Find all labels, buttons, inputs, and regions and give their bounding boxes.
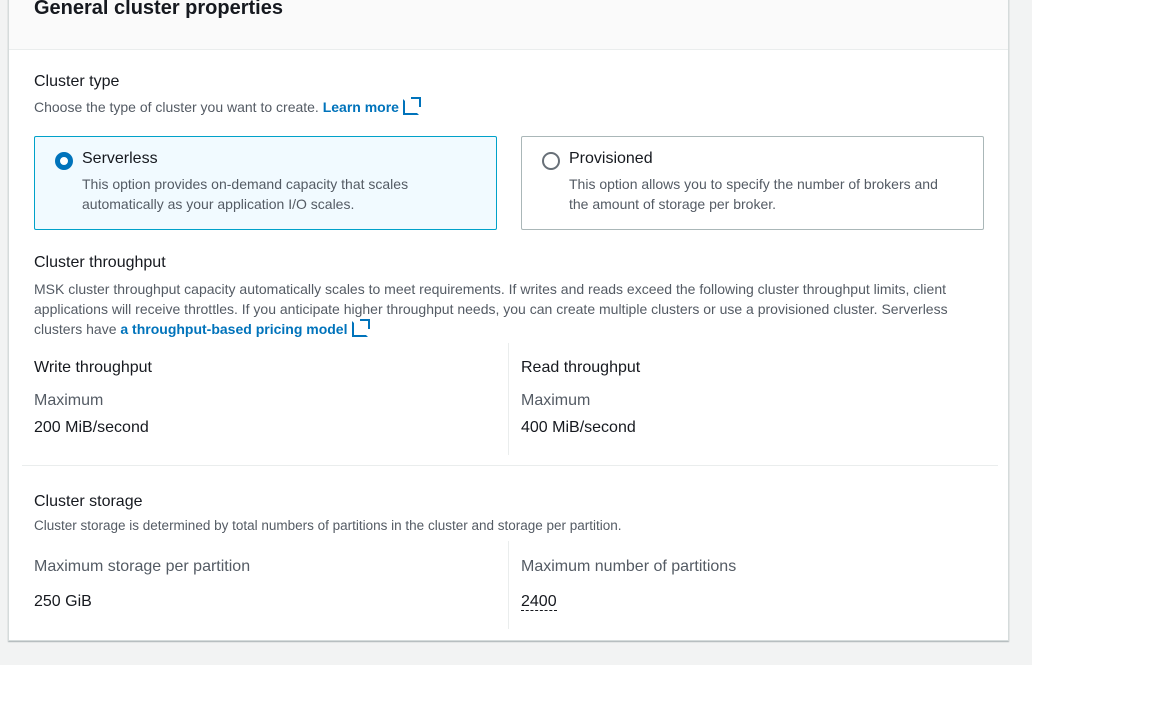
option-label: Serverless: [82, 150, 158, 167]
storage-per-partition-label: Maximum storage per partition: [34, 558, 251, 575]
external-link-icon: [351, 319, 370, 337]
cluster-throughput-description: MSK cluster throughput capacity automati…: [34, 279, 974, 339]
option-label: Provisioned: [569, 150, 653, 167]
section-divider: [22, 465, 998, 466]
column-divider: [508, 541, 509, 629]
cluster-storage-label: Cluster storage: [34, 493, 143, 510]
radio-button-selected[interactable]: [55, 152, 73, 170]
pricing-model-link[interactable]: a throughput-based pricing model: [120, 319, 370, 337]
general-cluster-properties-panel: General cluster properties Cluster type …: [8, 0, 1009, 641]
read-max-label: Maximum: [521, 392, 591, 409]
cluster-storage-description: Cluster storage is determined by total n…: [34, 518, 622, 533]
option-description: This option provides on-demand capacity …: [82, 176, 409, 212]
max-partitions-label: Maximum number of partitions: [521, 558, 737, 575]
column-divider: [508, 343, 509, 455]
storage-per-partition-value: 250 GiB: [34, 593, 92, 610]
option-description: This option allows you to specify the nu…: [569, 176, 938, 212]
description-text: Choose the type of cluster you want to c…: [34, 99, 319, 115]
max-partitions-value[interactable]: 2400: [521, 593, 557, 611]
write-max-label: Maximum: [34, 392, 104, 409]
write-throughput-value: 200 MiB/second: [34, 419, 149, 436]
learn-more-text: Learn more: [322, 99, 399, 115]
panel-title: General cluster properties: [34, 0, 283, 19]
cluster-type-label: Cluster type: [34, 73, 120, 90]
option-serverless[interactable]: Serverless This option provides on-deman…: [34, 136, 497, 230]
learn-more-link[interactable]: Learn more: [322, 97, 421, 115]
cluster-throughput-label: Cluster throughput: [34, 254, 166, 271]
radio-button[interactable]: [542, 152, 560, 170]
write-throughput-label: Write throughput: [34, 359, 152, 376]
panel-header: General cluster properties: [9, 0, 1008, 50]
external-link-icon: [402, 97, 421, 115]
max-partitions-value-wrap[interactable]: 2400: [521, 593, 557, 611]
read-throughput-label: Read throughput: [521, 359, 641, 376]
option-provisioned[interactable]: Provisioned This option allows you to sp…: [521, 136, 984, 230]
pricing-link-text: a throughput-based pricing model: [120, 321, 348, 337]
read-throughput-value: 400 MiB/second: [521, 419, 636, 436]
cluster-type-description: Choose the type of cluster you want to c…: [34, 97, 421, 115]
